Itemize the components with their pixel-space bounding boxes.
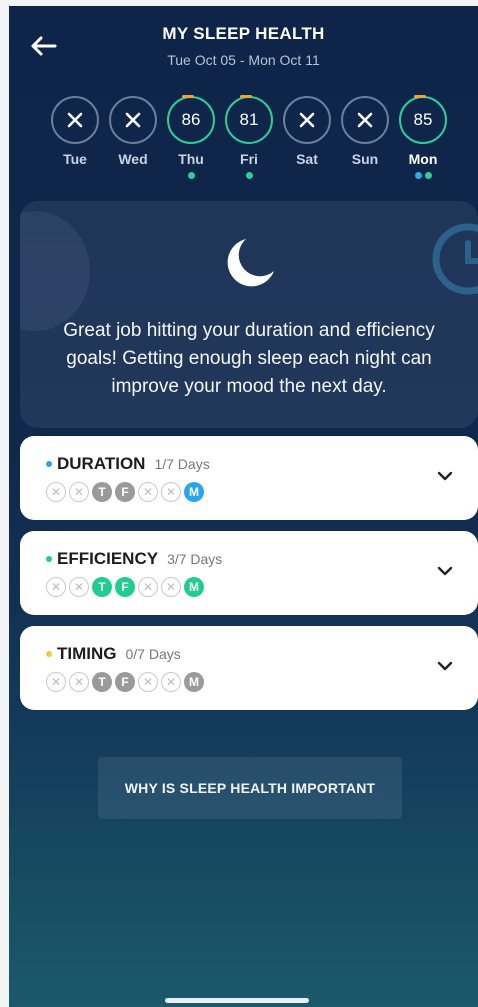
day-goal-dots (337, 172, 393, 180)
duration-goal-card[interactable]: DURATION 1/7 Days ✕ ✕ T F ✕ ✕ M (20, 436, 478, 520)
moon-icon (227, 239, 274, 287)
day-thu[interactable]: 86 Thu (163, 95, 219, 180)
day-goal-dots (105, 172, 161, 180)
decorative-shape (20, 211, 90, 331)
day-badge: M (184, 672, 204, 692)
day-score-ring: 86 (167, 95, 215, 144)
x-icon (299, 112, 315, 128)
day-score-ring: 81 (225, 95, 273, 144)
day-badge: T (92, 482, 112, 502)
day-tue[interactable]: Tue (47, 96, 103, 180)
day-sun[interactable]: Sun (337, 96, 393, 180)
day-label: Thu (178, 151, 204, 167)
goal-day-row: ✕ ✕ T F ✕ ✕ M (46, 672, 204, 692)
x-icon: ✕ (138, 672, 158, 692)
day-label: Tue (63, 151, 87, 167)
insight-message: Great job hitting your duration and effi… (63, 320, 435, 397)
day-label: Sun (351, 151, 379, 167)
efficiency-goal-card[interactable]: EFFICIENCY 3/7 Days ✕ ✕ T F ✕ ✕ M (20, 531, 478, 615)
day-label: Sat (296, 151, 318, 167)
goal-header: TIMING 0/7 Days (46, 644, 181, 664)
goal-count: 3/7 Days (167, 551, 223, 567)
sleep-health-screen: MY SLEEP HEALTH Tue Oct 05 - Mon Oct 11 … (9, 6, 478, 1007)
day-goal-dots (395, 172, 451, 180)
x-icon (357, 112, 373, 128)
goal-name: DURATION (57, 454, 146, 473)
day-goal-dots (279, 172, 335, 180)
goal-name: TIMING (57, 644, 117, 663)
day-badge: T (92, 577, 112, 597)
x-icon: ✕ (161, 482, 181, 502)
day-fri[interactable]: 81 Fri (221, 95, 277, 180)
day-missed-ring (109, 96, 157, 144)
day-label: Fri (240, 151, 258, 167)
goal-dot-efficiency (424, 172, 432, 179)
day-badge: M (184, 482, 204, 502)
day-badge: F (115, 482, 135, 502)
x-icon: ✕ (46, 577, 66, 597)
x-icon: ✕ (46, 482, 66, 502)
goal-color-dot (46, 556, 52, 562)
x-icon (125, 112, 141, 128)
goal-name: EFFICIENCY (57, 549, 159, 568)
day-missed-ring (341, 96, 389, 144)
goal-dot-efficiency (245, 172, 253, 179)
day-badge: M (184, 577, 204, 597)
x-icon: ✕ (69, 577, 89, 597)
day-badge: F (115, 672, 135, 692)
day-badge: T (92, 672, 112, 692)
x-icon: ✕ (161, 672, 181, 692)
chevron-down-icon[interactable] (436, 470, 454, 482)
chevron-down-icon[interactable] (436, 660, 454, 672)
goal-header: EFFICIENCY 3/7 Days (46, 549, 222, 569)
goal-day-row: ✕ ✕ T F ✕ ✕ M (46, 482, 204, 502)
goal-count: 1/7 Days (154, 456, 210, 472)
x-icon: ✕ (138, 482, 158, 502)
day-label: Wed (118, 151, 148, 167)
page-title: MY SLEEP HEALTH (162, 24, 325, 43)
day-score-ring: 85 (399, 95, 447, 144)
day-mon[interactable]: 85 Mon (395, 95, 451, 180)
date-range: Tue Oct 05 - Mon Oct 11 (167, 52, 320, 68)
x-icon: ✕ (69, 482, 89, 502)
goal-color-dot (46, 651, 52, 657)
chevron-down-icon[interactable] (436, 565, 454, 577)
day-missed-ring (51, 96, 99, 144)
week-day-selector: Tue Wed 86 Thu 81 Fri Sat Sun 85 Mon (47, 95, 457, 186)
insight-card: Great job hitting your duration and effi… (20, 201, 478, 428)
x-icon: ✕ (138, 577, 158, 597)
day-badge: F (115, 577, 135, 597)
timing-goal-card[interactable]: TIMING 0/7 Days ✕ ✕ T F ✕ ✕ M (20, 626, 478, 710)
goal-count: 0/7 Days (125, 646, 181, 662)
day-label: Mon (408, 151, 438, 167)
goal-header: DURATION 1/7 Days (46, 454, 210, 474)
day-missed-ring (283, 96, 331, 144)
goal-color-dot (46, 461, 52, 467)
x-icon: ✕ (46, 672, 66, 692)
clock-icon (432, 223, 478, 295)
home-indicator (165, 998, 309, 1003)
why-sleep-health-button[interactable]: WHY IS SLEEP HEALTH IMPORTANT (98, 757, 402, 819)
day-wed[interactable]: Wed (105, 96, 161, 180)
x-icon: ✕ (69, 672, 89, 692)
goal-dot-duration (414, 172, 422, 179)
day-sat[interactable]: Sat (279, 96, 335, 180)
goal-day-row: ✕ ✕ T F ✕ ✕ M (46, 577, 204, 597)
x-icon (67, 112, 83, 128)
day-goal-dots (221, 172, 277, 180)
x-icon: ✕ (161, 577, 181, 597)
day-goal-dots (47, 172, 103, 180)
goal-dot-efficiency (187, 172, 195, 179)
day-goal-dots (163, 172, 219, 180)
